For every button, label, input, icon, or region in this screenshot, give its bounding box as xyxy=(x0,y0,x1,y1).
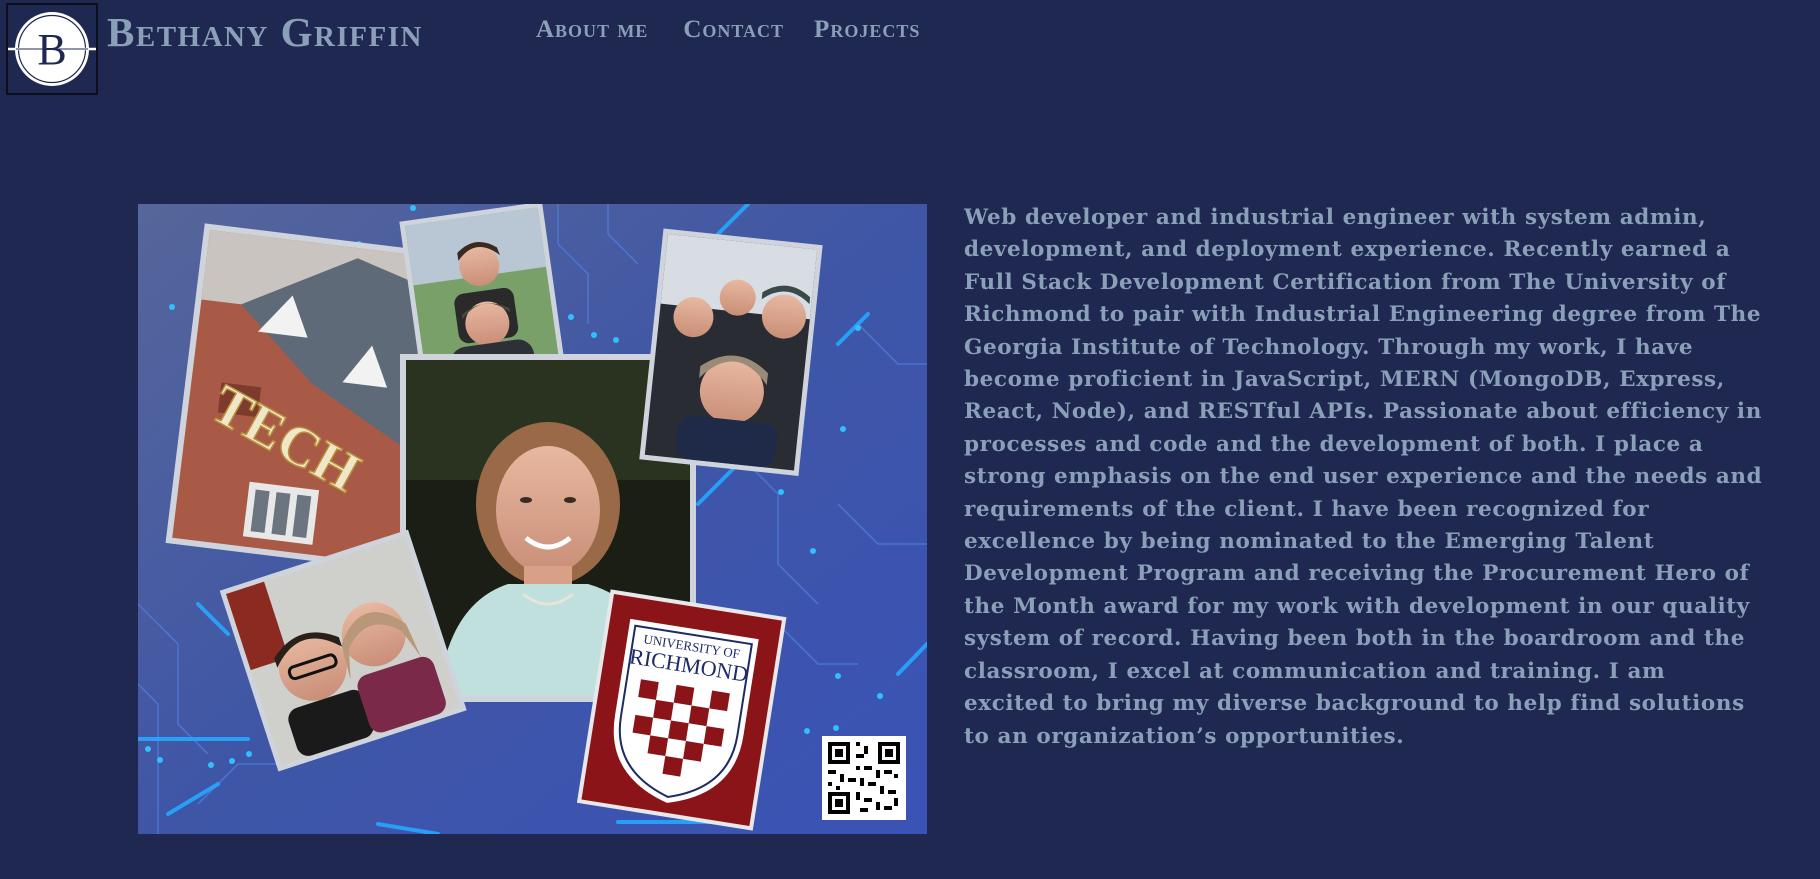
qr-code xyxy=(822,736,906,820)
nav-projects[interactable]: Projects xyxy=(814,16,920,44)
group-photo-right xyxy=(639,228,823,476)
logo[interactable]: B xyxy=(6,3,98,95)
nav-about-me[interactable]: About me xyxy=(536,16,648,44)
logo-emblem: B xyxy=(8,12,96,86)
university-of-richmond-seal: UNIVERSITY OF RICHMOND xyxy=(576,589,787,831)
site-name[interactable]: Bethany Griffin xyxy=(107,8,423,56)
nav-contact[interactable]: Contact xyxy=(683,16,784,44)
bio-paragraph: Web developer and industrial engineer wi… xyxy=(964,205,1763,749)
profile-collage-image: TECH UNIVERSITY OF RICHMOND xyxy=(138,204,927,834)
collage-graphic: TECH UNIVERSITY OF RICHMOND xyxy=(138,204,927,834)
logo-letter: B xyxy=(37,25,66,74)
main-nav: About me Contact Projects xyxy=(536,16,920,44)
